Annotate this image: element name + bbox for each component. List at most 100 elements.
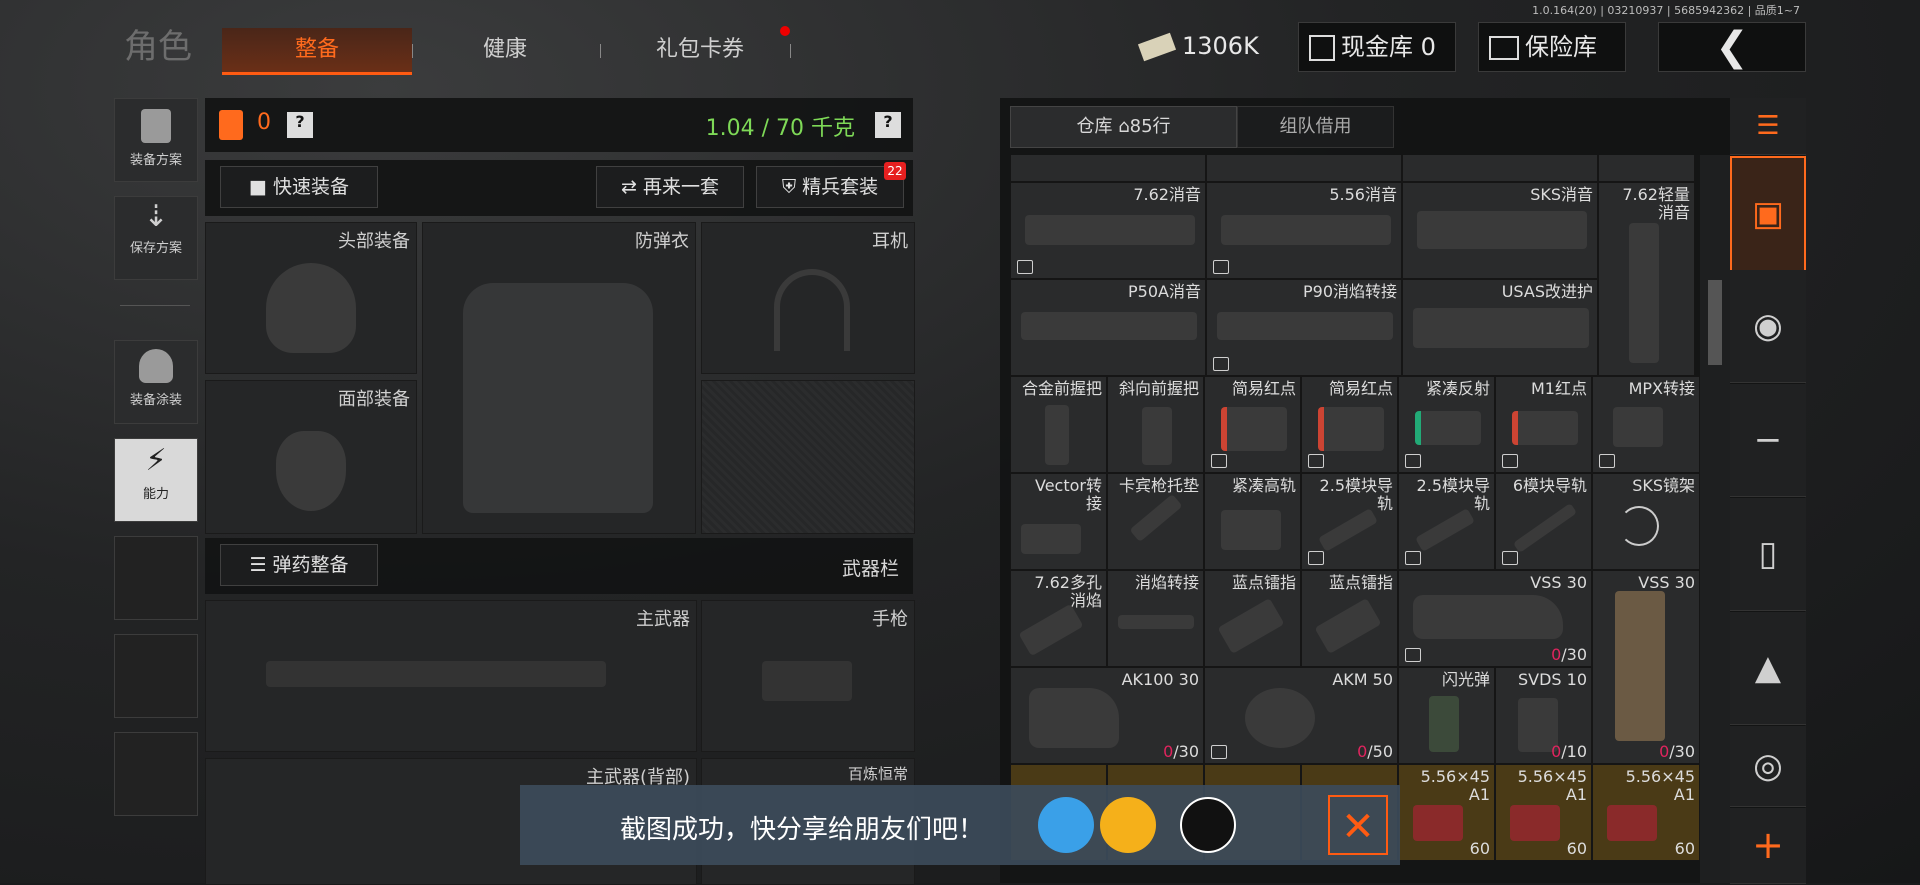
app-share-icon[interactable] [1180,797,1236,853]
add-icon[interactable]: + [1730,808,1806,884]
storage-item[interactable]: 紧凑反射 [1398,376,1495,473]
storage-item[interactable]: 合金前握把 [1010,376,1107,473]
storage-item[interactable]: 消焰转接 [1107,570,1204,667]
storage-item[interactable]: 7.62消音 [1010,182,1206,279]
suppressor-icon [1025,215,1195,245]
storage-item[interactable]: 6模块导轨 [1495,473,1592,570]
ammo-icon: ☰ [249,554,273,576]
qq-share-icon[interactable] [1038,797,1094,853]
tab-storage[interactable]: 仓库 ⌂85行 [1010,106,1237,148]
storage-item[interactable]: SKS消音 [1402,182,1598,279]
elite-set-button[interactable]: ⛨ 精兵套装 [756,166,904,208]
storage-item[interactable]: USAS改进护 [1402,279,1598,376]
storage-item[interactable]: 简易红点 [1204,376,1301,473]
storage-item[interactable]: VSS 30 0/30 [1592,570,1700,764]
category-helmet-icon[interactable]: ◉ [1730,270,1806,383]
pistol-icon [762,661,852,701]
help-icon[interactable]: ? [875,112,901,138]
equip-plan-button[interactable]: 装备方案 [114,98,198,182]
vest-slot[interactable]: 防弹衣 [422,222,696,534]
storage-item[interactable]: SVDS 10 0/10 [1495,667,1592,764]
storage-item[interactable]: 7.62轻量消音 [1598,182,1695,376]
category-scope-icon[interactable]: ◎ [1730,726,1806,807]
tab-role[interactable]: 角色 [118,22,198,67]
screenshot-toast: 截图成功，快分享给朋友们吧！ ✕ [520,785,1400,865]
category-magazine-icon[interactable]: ▯ [1730,498,1806,611]
earphone-slot[interactable]: 耳机 [701,222,915,374]
storage-item[interactable]: SKS镜架 [1592,473,1700,570]
rifle-icon [266,661,606,687]
storage-item[interactable] [1206,155,1402,182]
rail-mount-icon [1221,510,1281,550]
main-weapon-slot[interactable]: 主武器 [205,600,697,752]
sort-icon[interactable]: ☰ [1730,98,1806,155]
reflex-sight-icon [1415,411,1481,445]
cash-icon [1137,32,1177,62]
storage-item[interactable]: 斜向前握把 [1107,376,1204,473]
storage-item[interactable]: AKM 50 0/50 [1204,667,1398,764]
equip-paint-button[interactable]: 装备涂装 [114,340,198,424]
storage-item[interactable]: 7.62多孔消焰 [1010,570,1107,667]
storage-item[interactable]: VSS 30 0/30 [1398,570,1592,667]
storage-item[interactable] [1402,155,1598,182]
safe-vault-button[interactable]: 保险库 [1478,22,1626,72]
ability-button[interactable]: ⚡ 能力 [114,438,198,522]
category-ammo-icon[interactable]: ▲ [1730,612,1806,725]
rail-icon [1318,508,1378,552]
storage-item[interactable]: 简易红点 [1301,376,1398,473]
weapon-bar-label: 武器栏 [841,558,899,580]
laser-icon [1314,598,1382,654]
storage-item[interactable]: M1红点 [1495,376,1592,473]
storage-item[interactable]: Vector转接 [1010,473,1107,570]
scrollbar[interactable] [1700,155,1730,883]
qzone-share-icon[interactable] [1100,797,1156,853]
cash-vault-button[interactable]: 现金库 0 [1298,22,1456,72]
storage-item[interactable]: 2.5模块导轨 [1398,473,1495,570]
category-rifle-icon[interactable]: − [1730,384,1806,497]
tab-team-borrow[interactable]: 组队借用 [1237,106,1394,148]
storage-item[interactable]: 紧凑高轨 [1204,473,1301,570]
tab-equip[interactable]: 整备 [222,28,412,75]
suppressor-icon [1629,223,1659,363]
helmet-icon [266,263,356,353]
scrollbar-thumb[interactable] [1708,280,1722,365]
storage-item[interactable]: P90消焰转接 [1206,279,1402,376]
storage-item[interactable]: 5.56×45 A1 60 [1495,764,1592,861]
storage-item[interactable]: AK100 30 0/30 [1010,667,1204,764]
storage-item[interactable]: 蓝点镭指 [1301,570,1398,667]
help-icon[interactable]: ? [287,112,313,138]
storage-item[interactable]: 5.56×45 A1 60 [1398,764,1495,861]
red-dot-sight-icon [1221,407,1287,451]
storage-item[interactable]: 闪光弹 [1398,667,1495,764]
storage-item[interactable]: MPX转接 [1592,376,1700,473]
tab-health[interactable]: 健康 [430,28,580,72]
storage-item[interactable]: 蓝点镭指 [1204,570,1301,667]
ammo-prepare-button[interactable]: ☰ 弹药整备 [220,544,378,586]
pistol-slot[interactable]: 手枪 [701,600,915,752]
save-plan-button[interactable]: ⇣ 保存方案 [114,196,198,280]
ammo-box-icon [1510,805,1560,841]
storage-item[interactable]: P50A消音 [1010,279,1206,376]
category-all-icon[interactable]: ▣ [1730,156,1806,272]
box-icon [1405,551,1421,565]
storage-item[interactable] [1010,155,1206,182]
storage-item[interactable]: 卡宾枪托垫 [1107,473,1204,570]
storage-item[interactable]: 5.56×45 A1 60 [1592,764,1700,861]
laser-icon [1217,598,1285,654]
storage-item[interactable] [1598,155,1695,182]
tab-gift[interactable]: 礼包卡券 [620,28,780,72]
muzzle-brake-icon [1018,603,1084,657]
storage-item[interactable]: 2.5模块导轨 [1301,473,1398,570]
again-button[interactable]: ⇄ 再来一套 [596,166,744,208]
lightning-icon: ⚡ [145,443,167,478]
shield-icon: ⛨ [781,176,803,198]
quick-equip-button[interactable]: ■ 快速装备 [220,166,378,208]
storage-item[interactable]: 5.56消音 [1206,182,1402,279]
close-icon[interactable]: ✕ [1328,795,1388,855]
box-icon [1502,551,1518,565]
head-slot[interactable]: 头部装备 [205,222,417,374]
face-slot[interactable]: 面部装备 [205,380,417,534]
back-button[interactable]: ❮ [1658,22,1806,72]
mask-icon [276,431,346,511]
equip-status-bar: 0 ? 1.04 / 70 千克 ? [205,98,913,152]
